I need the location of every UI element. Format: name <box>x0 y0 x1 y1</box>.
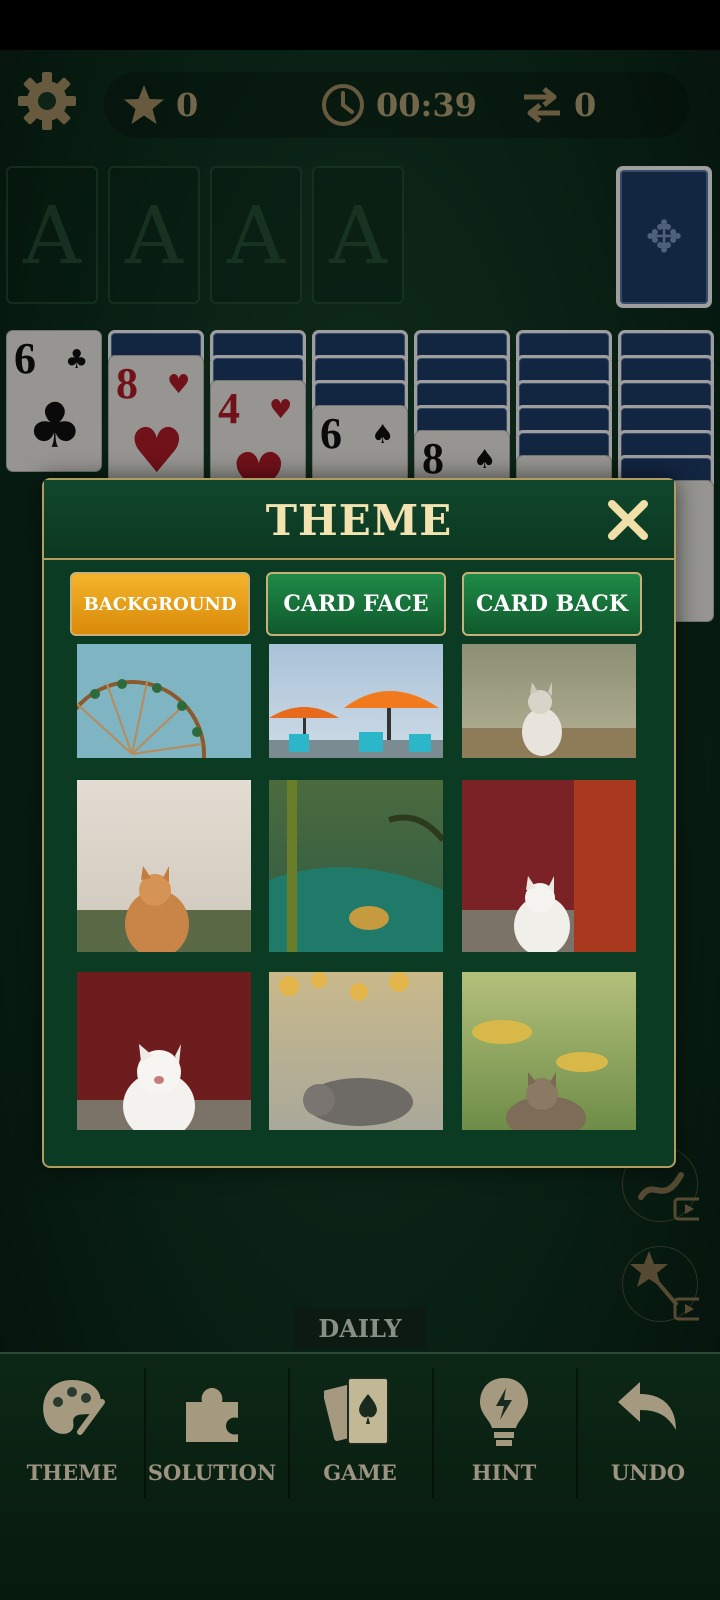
nav-solution[interactable]: SOLUTION <box>140 1372 284 1502</box>
nav-label: THEME <box>26 1460 118 1485</box>
close-icon <box>608 500 648 540</box>
palette-icon <box>43 1380 105 1435</box>
nav-label: GAME <box>323 1460 397 1485</box>
lightbulb-icon <box>480 1378 528 1446</box>
nav-theme[interactable]: THEME <box>0 1372 144 1502</box>
theme-thumbnail-white-cat-red-bg[interactable] <box>77 972 251 1130</box>
theme-thumbnail-grey-cat-autumn[interactable] <box>269 972 443 1130</box>
puzzle-icon <box>186 1388 238 1442</box>
theme-thumbnail-white-cat-red-wall[interactable] <box>462 780 636 952</box>
status-bar <box>0 0 720 50</box>
theme-thumbnail-cat-in-field[interactable] <box>462 644 636 758</box>
nav-hint[interactable]: HINT <box>432 1372 576 1502</box>
tab-card-face[interactable]: CARD FACE <box>266 572 446 636</box>
cards-icon <box>324 1377 389 1445</box>
undo-icon <box>618 1382 676 1430</box>
theme-modal: THEME BACKGROUND CARD FACE CARD BACK <box>42 478 676 1168</box>
nav-undo[interactable]: UNDO <box>576 1372 720 1502</box>
nav-label: SOLUTION <box>147 1460 277 1485</box>
theme-thumbnail-orange-cat[interactable] <box>77 780 251 952</box>
tab-background[interactable]: BACKGROUND <box>70 572 250 636</box>
nav-label: HINT <box>471 1460 537 1485</box>
nav-label: UNDO <box>610 1460 685 1485</box>
daily-button[interactable]: DAILY <box>293 1308 427 1348</box>
nav-game[interactable]: GAME <box>288 1372 432 1502</box>
theme-thumbnail-green-forest[interactable] <box>269 780 443 952</box>
theme-thumbnail-beach-umbrellas[interactable] <box>269 644 443 758</box>
theme-thumbnail-ferris-wheel[interactable] <box>77 644 251 758</box>
theme-thumbnail-tabby-cat-grass[interactable] <box>462 972 636 1130</box>
tab-card-back[interactable]: CARD BACK <box>462 572 642 636</box>
close-button[interactable] <box>604 496 652 544</box>
modal-title: THEME <box>265 495 453 545</box>
